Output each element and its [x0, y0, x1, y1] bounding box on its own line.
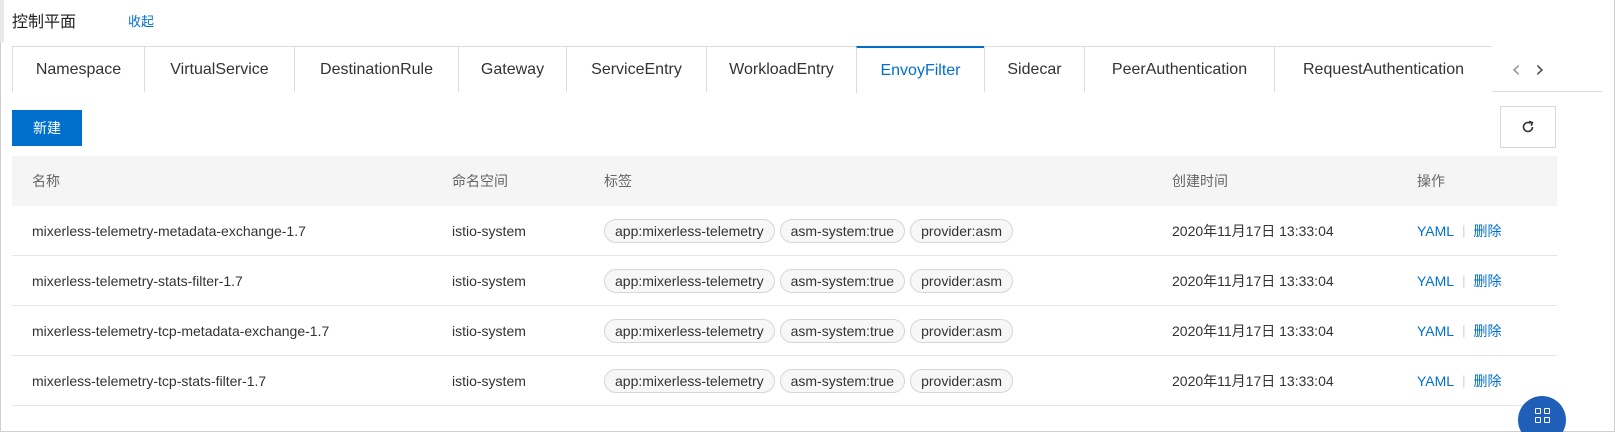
tag: app:mixerless-telemetry	[604, 318, 775, 343]
row-name: mixerless-telemetry-tcp-metadata-exchang…	[32, 322, 330, 339]
tab-destinationrule[interactable]: DestinationRule	[294, 46, 458, 92]
chevron-right-icon[interactable]: ›	[1535, 57, 1545, 81]
column-header-name: 名称	[32, 174, 60, 190]
action-divider: |	[1462, 373, 1466, 388]
action-divider: |	[1462, 323, 1466, 338]
delete-link[interactable]: 删除	[1473, 321, 1501, 341]
collapse-link[interactable]: 收起	[128, 11, 154, 30]
row-tags: app:mixerless-telemetry asm-system:true …	[604, 368, 1013, 393]
left-accent-bar	[0, 0, 4, 42]
row-name: mixerless-telemetry-stats-filter-1.7	[32, 272, 243, 289]
action-divider: |	[1462, 273, 1466, 288]
delete-link[interactable]: 删除	[1473, 221, 1501, 241]
row-namespace: istio-system	[452, 372, 526, 389]
tab-scroll-controls: ‹ ›	[1492, 46, 1564, 91]
chevron-left-icon[interactable]: ‹	[1511, 57, 1521, 81]
envoyfilter-table: 名称 命名空间 标签 创建时间 操作 mixerless-telemetry-m…	[12, 156, 1557, 406]
row-name: mixerless-telemetry-metadata-exchange-1.…	[32, 222, 306, 239]
row-tags: app:mixerless-telemetry asm-system:true …	[604, 218, 1013, 243]
tag: asm-system:true	[779, 268, 906, 293]
action-divider: |	[1462, 223, 1466, 238]
tag: app:mixerless-telemetry	[604, 368, 775, 393]
yaml-link[interactable]: YAML	[1417, 223, 1454, 239]
row-actions: YAML | 删除	[1417, 271, 1501, 291]
tab-sidecar[interactable]: Sidecar	[984, 46, 1084, 92]
table-header: 名称 命名空间 标签 创建时间 操作	[12, 156, 1557, 206]
tag: app:mixerless-telemetry	[604, 218, 775, 243]
row-namespace: istio-system	[452, 272, 526, 289]
tag: asm-system:true	[779, 318, 906, 343]
column-header-actions: 操作	[1417, 174, 1445, 190]
tag: asm-system:true	[779, 368, 906, 393]
tab-serviceentry[interactable]: ServiceEntry	[566, 46, 706, 92]
row-created-time: 2020年11月17日 13:33:04	[1172, 372, 1334, 389]
tag: provider:asm	[910, 268, 1013, 293]
row-created-time: 2020年11月17日 13:33:04	[1172, 222, 1334, 239]
row-created-time: 2020年11月17日 13:33:04	[1172, 272, 1334, 289]
refresh-button[interactable]	[1500, 106, 1556, 148]
tag: asm-system:true	[779, 218, 906, 243]
row-actions: YAML | 删除	[1417, 371, 1501, 391]
yaml-link[interactable]: YAML	[1417, 273, 1454, 289]
table-row: mixerless-telemetry-stats-filter-1.7 ist…	[12, 256, 1557, 306]
table-row: mixerless-telemetry-metadata-exchange-1.…	[12, 206, 1557, 256]
table-row: mixerless-telemetry-tcp-stats-filter-1.7…	[12, 356, 1557, 406]
tab-peerauthentication[interactable]: PeerAuthentication	[1084, 46, 1274, 92]
row-name: mixerless-telemetry-tcp-stats-filter-1.7	[32, 372, 267, 389]
row-namespace: istio-system	[452, 322, 526, 339]
new-button[interactable]: 新建	[12, 110, 82, 146]
delete-link[interactable]: 删除	[1473, 371, 1501, 391]
refresh-icon	[1522, 120, 1534, 133]
tag: app:mixerless-telemetry	[604, 268, 775, 293]
row-actions: YAML | 删除	[1417, 221, 1501, 241]
tab-requestauthentication[interactable]: RequestAuthentication	[1274, 46, 1492, 92]
grid-icon	[1534, 408, 1550, 423]
yaml-link[interactable]: YAML	[1417, 373, 1454, 389]
tag: provider:asm	[910, 368, 1013, 393]
column-header-labels: 标签	[604, 174, 632, 190]
row-tags: app:mixerless-telemetry asm-system:true …	[604, 268, 1013, 293]
tab-envoyfilter[interactable]: EnvoyFilter	[856, 46, 984, 93]
row-namespace: istio-system	[452, 222, 526, 239]
delete-link[interactable]: 删除	[1473, 271, 1501, 291]
page-header: 控制平面 收起	[12, 8, 154, 32]
resource-tabs: Namespace VirtualService DestinationRule…	[12, 46, 1602, 93]
row-tags: app:mixerless-telemetry asm-system:true …	[604, 318, 1013, 343]
yaml-link[interactable]: YAML	[1417, 323, 1454, 339]
column-header-created: 创建时间	[1172, 174, 1228, 190]
tab-workloadentry[interactable]: WorkloadEntry	[706, 46, 856, 92]
tab-gateway[interactable]: Gateway	[458, 46, 566, 92]
tag: provider:asm	[910, 318, 1013, 343]
table-row: mixerless-telemetry-tcp-metadata-exchang…	[12, 306, 1557, 356]
tag: provider:asm	[910, 218, 1013, 243]
page-title: 控制平面	[12, 12, 77, 31]
row-created-time: 2020年11月17日 13:33:04	[1172, 322, 1334, 339]
column-header-namespace: 命名空间	[452, 174, 508, 190]
tab-namespace[interactable]: Namespace	[12, 46, 144, 92]
tab-virtualservice[interactable]: VirtualService	[144, 46, 294, 92]
row-actions: YAML | 删除	[1417, 321, 1501, 341]
